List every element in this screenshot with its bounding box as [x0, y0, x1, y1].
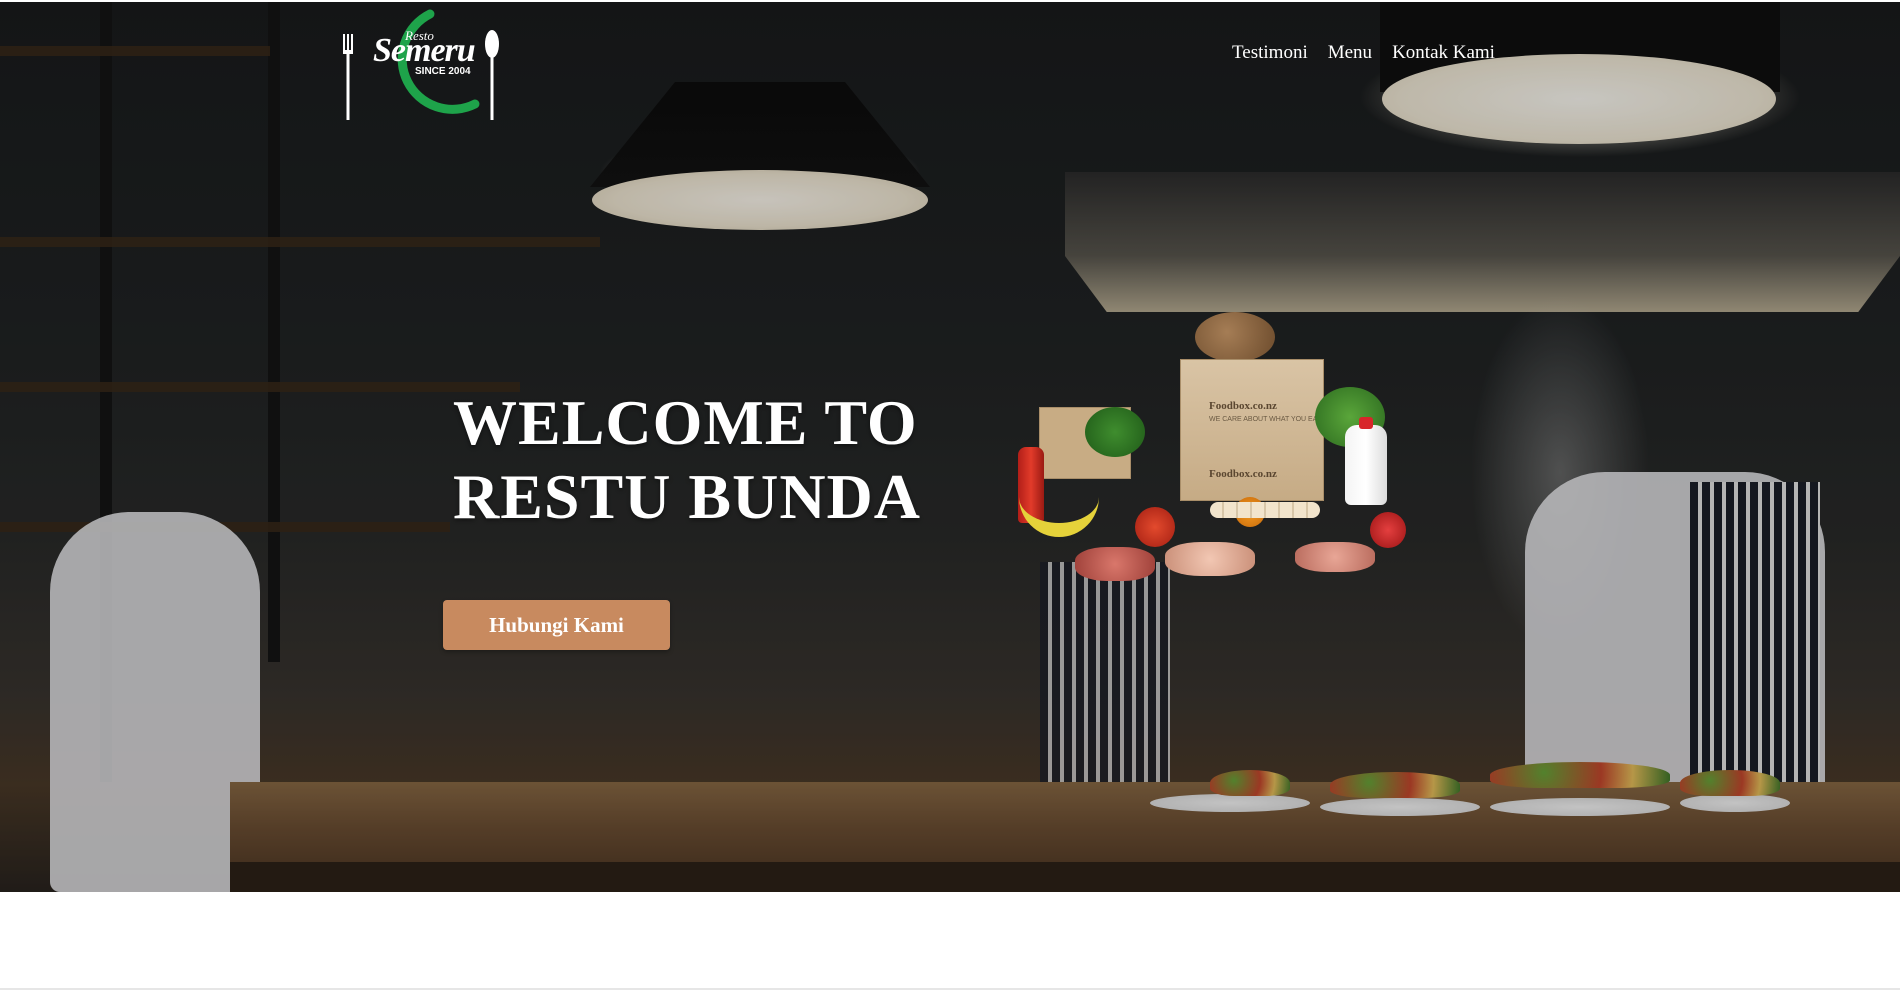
chicken [1165, 542, 1255, 576]
apple [1370, 512, 1406, 548]
foodbox-label: Foodbox.co.nz [1209, 468, 1277, 480]
sausages [1295, 542, 1375, 572]
meat [1075, 547, 1155, 581]
nav-link-kontak-kami[interactable]: Kontak Kami [1392, 42, 1495, 64]
bread-loaf [1195, 312, 1275, 362]
tomato [1135, 507, 1175, 547]
nav-link-menu[interactable]: Menu [1328, 42, 1372, 64]
hero-heading: WELCOME TO RESTU BUNDA [453, 386, 1013, 534]
broccoli [1085, 407, 1145, 457]
foodbox-label: Foodbox.co.nz [1209, 400, 1277, 412]
foodbox-tagline: WE CARE ABOUT WHAT YOU EAT [1209, 416, 1322, 423]
eggs [1210, 502, 1320, 518]
contact-us-button[interactable]: Hubungi Kami [443, 600, 670, 650]
hero-banner: Foodbox.co.nz Foodbox.co.nz WE CARE ABOU… [0, 2, 1900, 892]
main-nav: Testimoni Menu Kontak Kami [1232, 42, 1495, 64]
foodbox-box: Foodbox.co.nz Foodbox.co.nz WE CARE ABOU… [1180, 359, 1324, 501]
logo-tagline: SINCE 2004 [415, 66, 471, 77]
spoon-icon [485, 30, 499, 120]
milk-bottle [1345, 417, 1387, 505]
nav-link-testimoni[interactable]: Testimoni [1232, 42, 1308, 64]
bananas [1019, 497, 1099, 537]
logo-brand-text: Semeru [373, 32, 476, 69]
foodbox-illustration: Foodbox.co.nz Foodbox.co.nz WE CARE ABOU… [1015, 307, 1455, 587]
fork-icon [343, 34, 353, 120]
logo[interactable]: Resto Semeru SINCE 2004 [335, 4, 507, 124]
hero-heading-line1: WELCOME TO [453, 387, 918, 458]
hero-heading-line2: RESTU BUNDA [453, 461, 921, 532]
section-divider [0, 988, 1900, 990]
